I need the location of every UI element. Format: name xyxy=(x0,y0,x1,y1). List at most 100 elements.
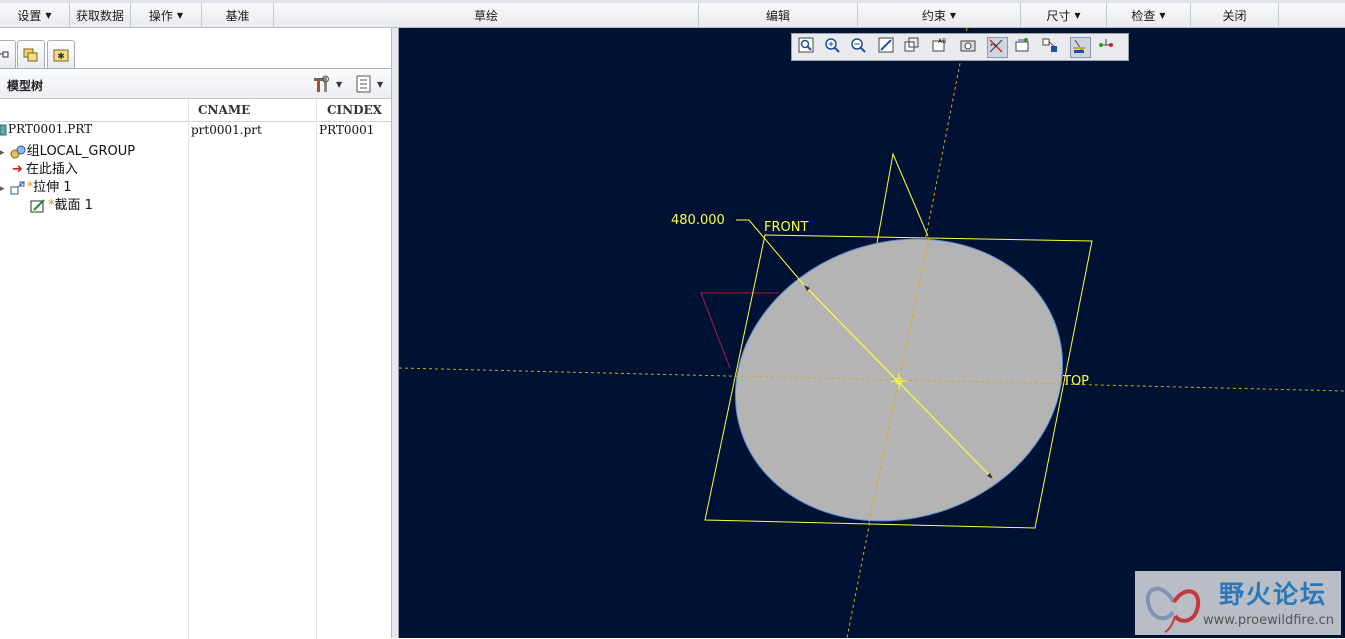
saved-views-button[interactable]: AB xyxy=(932,37,953,58)
zoom-out-button[interactable] xyxy=(850,37,871,58)
ribbon-group-operations[interactable]: 操作 ▼ xyxy=(131,3,202,27)
ribbon-group-label: 检查 xyxy=(1131,8,1156,23)
ribbon-group-sketch[interactable]: 草绘 xyxy=(274,3,699,27)
tools-icon xyxy=(314,75,329,92)
zoom-in-button[interactable] xyxy=(824,37,845,58)
display-style-button[interactable] xyxy=(904,37,925,58)
tree-row-part[interactable]: PRT0001.PRT xyxy=(0,122,92,140)
tree-row-local-group[interactable]: ▸ 组LOCAL_GROUP xyxy=(0,140,136,159)
zoom-in-icon xyxy=(825,38,840,53)
ribbon-group-edit[interactable]: 编辑 xyxy=(699,3,858,27)
camera-button[interactable] xyxy=(960,37,981,58)
group-icon xyxy=(10,145,26,158)
favorites-icon: ✱ xyxy=(53,49,69,62)
top-datum-plane xyxy=(876,152,929,244)
tree-column-headers: CNAME CINDEX xyxy=(0,99,393,122)
ribbon-group-constrain[interactable]: 约束 ▼ xyxy=(858,3,1021,27)
column-divider xyxy=(188,99,189,639)
ribbon-group-label: 编辑 xyxy=(765,8,790,23)
ribbon-group-datum[interactable]: 基准 xyxy=(202,3,274,27)
refit-icon xyxy=(798,37,814,53)
camera-icon xyxy=(960,40,976,52)
sketch-canvas[interactable]: 480.000 FRONT TOP xyxy=(399,28,1345,638)
sketch-icon xyxy=(30,198,45,212)
ribbon-group-inspect[interactable]: 检查 ▼ xyxy=(1107,3,1191,27)
cell-cname: prt0001.prt xyxy=(191,123,262,137)
tree-item-label: 组LOCAL_GROUP xyxy=(26,144,136,159)
ribbon-group-setup[interactable]: 设置 ▼ xyxy=(0,3,70,27)
svg-text:↔: ↔ xyxy=(990,41,996,49)
chevron-down-icon: ▼ xyxy=(336,79,343,89)
chevron-down-icon: ▼ xyxy=(176,10,184,20)
tree-row-extrude[interactable]: ▸ *拉伸 1 xyxy=(0,176,72,195)
watermark-text: 野火论坛 xyxy=(1219,580,1328,609)
ribbon-group-label: 尺寸 xyxy=(1046,8,1071,23)
chevron-down-icon: ▼ xyxy=(949,10,957,20)
chevron-down-icon: ▼ xyxy=(1159,10,1166,20)
display-style-icon xyxy=(904,37,919,52)
dimension-display-button[interactable] xyxy=(1014,37,1035,58)
watermark-logo: 野火论坛 www.proewildfire.cn xyxy=(1135,571,1341,635)
model-tree-icon xyxy=(0,51,9,57)
vertex-display-icon xyxy=(1042,38,1057,52)
navigator-panel: ✱ 模型树 ▼ ▼ CNAME CINDEX PRT0001.PRT prt00… xyxy=(0,28,397,639)
tree-row-insert-here[interactable]: ➜ 在此插入 xyxy=(12,158,78,177)
vertex-display-button[interactable] xyxy=(1042,37,1063,58)
tree-show-button[interactable]: ▼ xyxy=(355,74,383,94)
saved-views-icon: AB xyxy=(932,38,946,52)
column-header-cname[interactable]: CNAME xyxy=(198,103,250,117)
model-tree-header: 模型树 ▼ ▼ xyxy=(0,69,393,99)
tab-favorites[interactable]: ✱ xyxy=(47,40,75,68)
constraint-display-icon: ↔ xyxy=(989,39,1003,53)
expand-arrow-icon[interactable]: ▸ xyxy=(0,184,5,194)
tree-item-label: 拉伸 1 xyxy=(33,180,72,195)
svg-text:AB: AB xyxy=(938,38,946,45)
ribbon-group-label: 关闭 xyxy=(1222,8,1247,23)
panel-splitter[interactable] xyxy=(391,28,399,638)
dimension-display-icon xyxy=(1015,38,1029,52)
insert-arrow-icon: ➜ xyxy=(12,162,23,177)
dimension-value[interactable]: 480.000 xyxy=(671,213,725,228)
datum-points-icon xyxy=(1099,39,1113,47)
tab-folder-browser[interactable] xyxy=(17,40,45,68)
tree-row-section[interactable]: *截面 1 xyxy=(30,194,93,213)
ribbon-group-close[interactable]: 关闭 xyxy=(1191,3,1279,27)
list-icon xyxy=(356,75,371,93)
column-divider xyxy=(316,99,317,639)
ribbon-group-label: 草绘 xyxy=(473,8,498,23)
view-toolbar: AB ↔ xyxy=(791,33,1129,61)
constraint-display-button[interactable]: ↔ xyxy=(987,37,1008,58)
folder-icon xyxy=(23,48,38,61)
repaint-button[interactable] xyxy=(878,37,899,58)
tree-settings-button[interactable]: ▼ xyxy=(312,74,342,94)
ribbon: 设置 ▼ 获取数据 操作 ▼ 基准 草绘 编辑 约束 ▼ 尺寸 ▼ 检查 ▼ 关闭 xyxy=(0,0,1345,28)
tree-item-label: 截面 1 xyxy=(54,198,93,213)
grid-icon xyxy=(1073,39,1085,53)
part-icon xyxy=(0,124,7,135)
ribbon-group-dimension[interactable]: 尺寸 ▼ xyxy=(1021,3,1107,27)
grid-display-button[interactable] xyxy=(1070,37,1091,58)
expand-arrow-icon[interactable]: ▸ xyxy=(0,148,5,158)
ribbon-group-label: 约束 xyxy=(921,8,946,23)
ribbon-group-label: 设置 xyxy=(17,8,42,23)
repaint-icon xyxy=(878,37,894,53)
svg-text:✱: ✱ xyxy=(57,52,65,62)
tree-item-label: PRT0001.PRT xyxy=(8,122,93,136)
refit-button[interactable] xyxy=(798,37,819,58)
chevron-down-icon: ▼ xyxy=(45,10,52,20)
sketch-view-button[interactable] xyxy=(1098,37,1119,58)
ribbon-group-label: 操作 xyxy=(148,8,173,23)
tree-item-label: 在此插入 xyxy=(25,162,78,177)
tab-model-tree[interactable] xyxy=(0,40,16,68)
chevron-down-icon: ▼ xyxy=(1074,10,1081,20)
forum-logo-icon xyxy=(1145,586,1201,633)
graphics-window[interactable]: 480.000 FRONT TOP AB ↔ 野火论坛 www.proewild… xyxy=(399,28,1345,638)
watermark-url: www.proewildfire.cn xyxy=(1203,613,1334,628)
chevron-down-icon: ▼ xyxy=(377,79,384,89)
model-tree-title: 模型树 xyxy=(7,79,44,93)
column-header-cindex[interactable]: CINDEX xyxy=(327,103,382,117)
top-plane-label: TOP xyxy=(1062,374,1089,389)
ribbon-group-label: 基准 xyxy=(225,8,250,23)
ribbon-group-get-data[interactable]: 获取数据 xyxy=(70,3,131,27)
ribbon-group-label: 获取数据 xyxy=(75,8,124,23)
